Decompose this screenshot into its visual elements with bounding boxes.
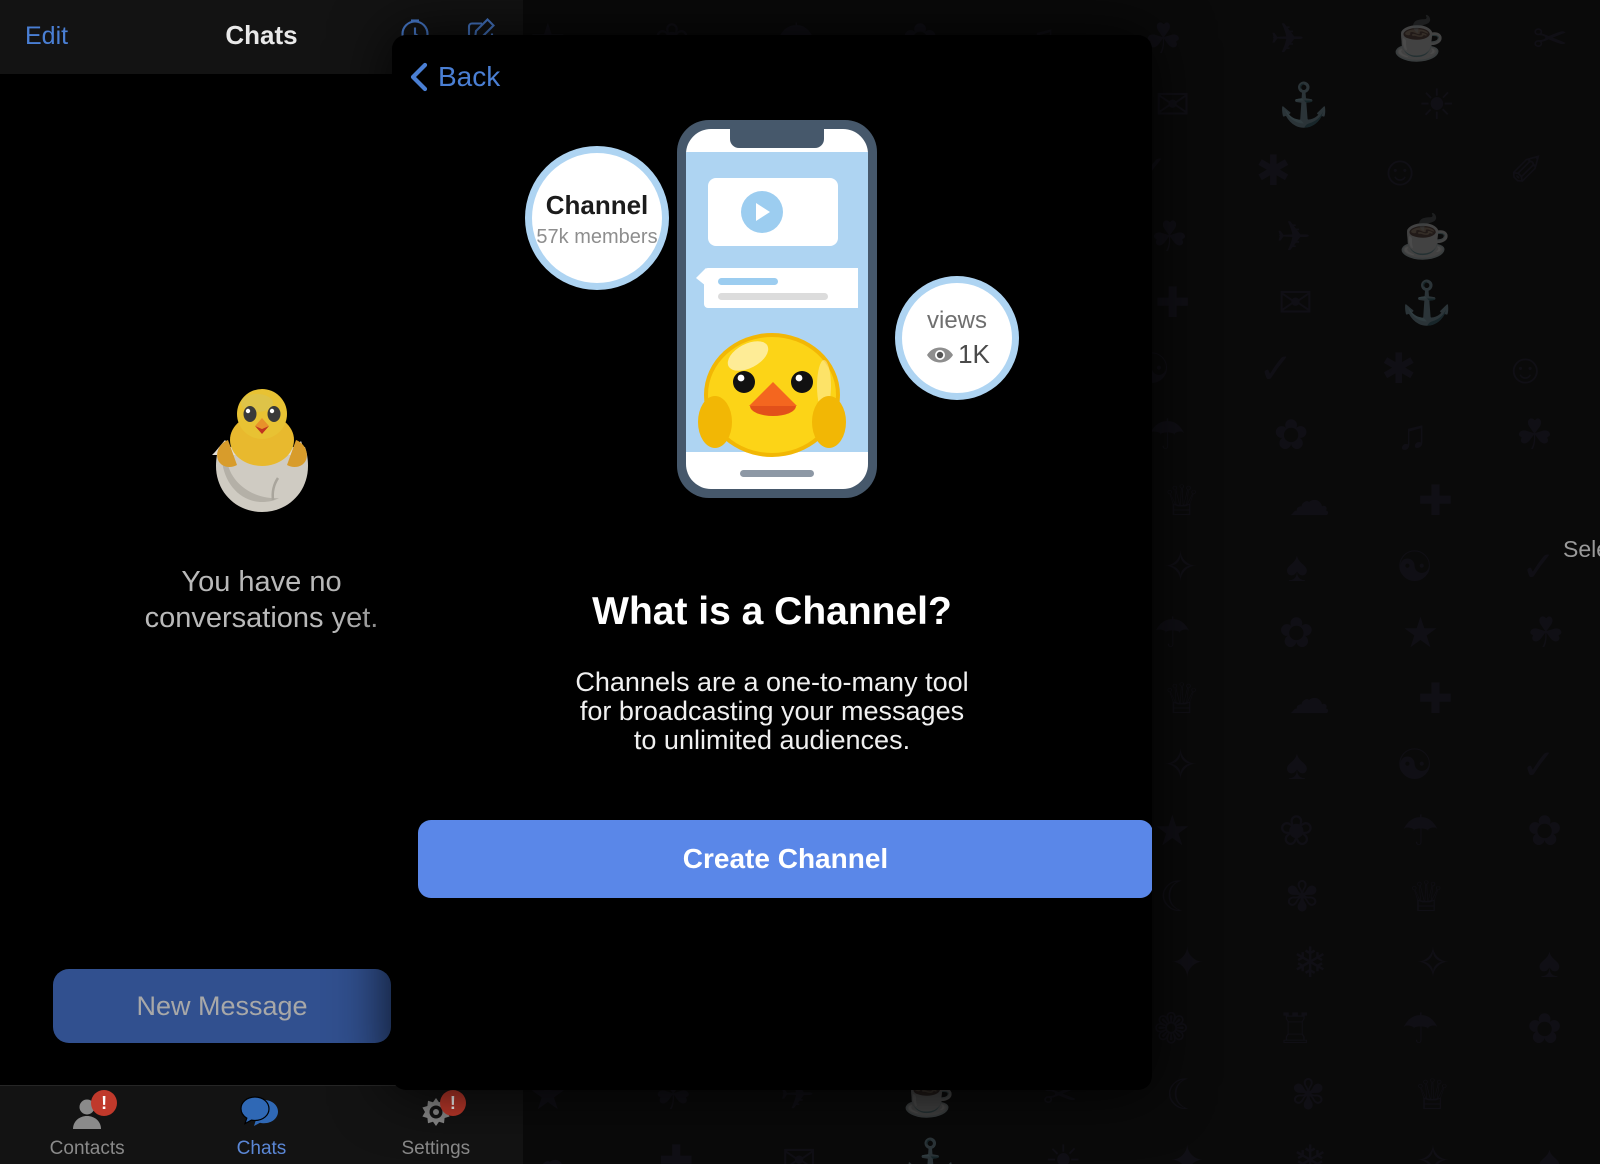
bubble-channel-title: Channel bbox=[546, 190, 649, 220]
hatching-chick-emoji bbox=[211, 389, 308, 512]
tab-chats-label: Chats bbox=[236, 1138, 287, 1159]
chevron-left-icon bbox=[406, 57, 432, 97]
back-button[interactable]: Back bbox=[406, 57, 500, 97]
chat-placeholder-hint: Select a chat to start messaging bbox=[1563, 536, 1600, 562]
contacts-badge: ! bbox=[91, 1090, 118, 1116]
modal-description: Channels are a one-to-many tool for broa… bbox=[392, 668, 1152, 755]
channel-phone-illustration: Channel 57k members views 1K bbox=[392, 110, 1152, 520]
what-is-a-channel-panel: Back Channel 57k members views 1K What i… bbox=[392, 35, 1152, 1090]
modal-description-line-3: to unlimited audiences. bbox=[633, 725, 911, 755]
create-channel-button[interactable]: Create Channel bbox=[418, 820, 1152, 898]
tab-chats[interactable]: Chats bbox=[174, 1085, 348, 1164]
modal-title: What is a Channel? bbox=[592, 590, 952, 633]
settings-gear-icon: ! bbox=[415, 1090, 466, 1134]
bubble-views-count: 1K bbox=[958, 339, 990, 369]
new-message-button[interactable]: New Message bbox=[53, 969, 391, 1043]
tab-settings[interactable]: ! Settings bbox=[349, 1085, 523, 1164]
bottom-tab-bar: ! Contacts Chats ! Settings bbox=[0, 1085, 523, 1164]
chats-icon bbox=[240, 1094, 282, 1134]
modal-description-line-1: Channels are a one-to-many tool bbox=[575, 667, 969, 697]
bubble-channel-subtitle: 57k members bbox=[536, 226, 657, 248]
settings-badge: ! bbox=[439, 1090, 466, 1116]
back-label: Back bbox=[438, 61, 501, 92]
modal-description-line-2: for broadcasting your messages bbox=[579, 696, 965, 726]
app-root: ★ ❀ ☂ ✿ ♫ ☘ ✈ ☕ ✂ ☾ ✾ ♕ ☁ ✚ ✉ ⚓ ☀ ✦ ❄ ✧ … bbox=[0, 0, 1600, 1164]
tab-contacts[interactable]: ! Contacts bbox=[0, 1085, 174, 1164]
tab-contacts-label: Contacts bbox=[49, 1138, 125, 1159]
bubble-views-label: views bbox=[927, 307, 987, 334]
tab-settings-label: Settings bbox=[401, 1138, 471, 1159]
contacts-icon: ! bbox=[66, 1090, 118, 1134]
